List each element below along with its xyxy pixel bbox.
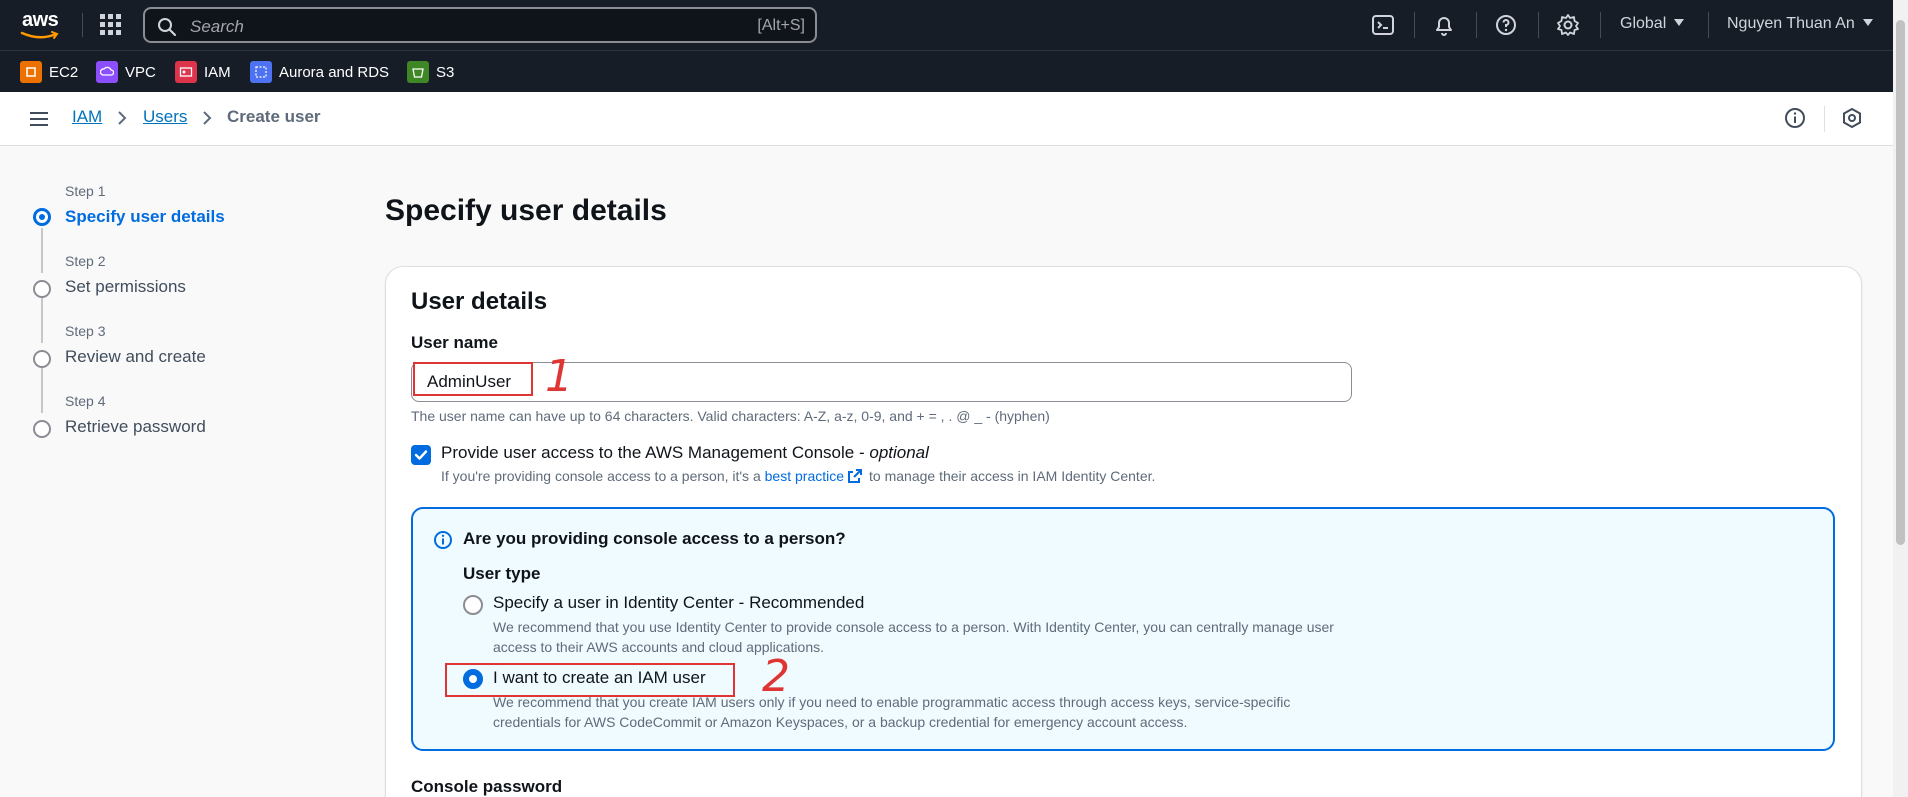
- nav-separator: [1538, 12, 1539, 38]
- settings-icon[interactable]: [1556, 13, 1580, 37]
- nav-separator: [1414, 12, 1415, 38]
- radio-iam-user-description: We recommend that you create IAM users o…: [493, 694, 1291, 730]
- console-access-label[interactable]: Provide user access to the AWS Managemen…: [441, 443, 929, 463]
- step-4-title[interactable]: Retrieve password: [65, 417, 206, 437]
- aws-logo[interactable]: aws: [20, 9, 64, 39]
- breadcrumb-divider: [1824, 106, 1825, 132]
- radio-identity-center-label[interactable]: Specify a user in Identity Center - Reco…: [493, 593, 864, 613]
- breadcrumb-users[interactable]: Users: [143, 107, 187, 127]
- radio-identity-center-description: We recommend that you use Identity Cente…: [493, 619, 1334, 655]
- console-desc-after: to manage their access in IAM Identity C…: [869, 468, 1156, 484]
- external-link-icon[interactable]: [847, 468, 863, 484]
- breadcrumb-current: Create user: [227, 107, 321, 126]
- favorite-label: Aurora and RDS: [279, 63, 390, 81]
- step-3-label: Step 3: [65, 323, 106, 339]
- favorite-label: S3: [436, 63, 455, 81]
- aws-smile-icon: [20, 31, 59, 39]
- annotation-number-2: 2: [762, 651, 790, 702]
- ec2-icon: [20, 61, 42, 83]
- console-access-description: If you're providing console access to a …: [441, 468, 1155, 484]
- chevron-right-icon: [118, 111, 127, 125]
- iam-icon: [175, 61, 197, 83]
- optional-text: optional: [869, 443, 929, 462]
- region-label: Global: [1620, 15, 1667, 32]
- card-title: User details: [411, 288, 548, 315]
- breadcrumb-iam[interactable]: IAM: [72, 107, 102, 127]
- s3-icon: [407, 61, 429, 83]
- step-3-title[interactable]: Review and create: [65, 347, 206, 367]
- step-1-label: Step 1: [65, 183, 106, 199]
- favorite-s3[interactable]: S3: [407, 61, 454, 83]
- favorite-aurora-rds[interactable]: Aurora and RDS: [250, 61, 389, 83]
- info-icon: [434, 531, 452, 549]
- step-1-title: Specify user details: [65, 207, 225, 226]
- hexagon-icon[interactable]: [1841, 107, 1863, 129]
- scrollbar-thumb[interactable]: [1896, 20, 1905, 545]
- grid-icon[interactable]: [100, 14, 122, 36]
- step-connector: [41, 228, 43, 273]
- aws-logo-text: aws: [22, 9, 59, 31]
- highlight-box-2: [445, 663, 735, 697]
- account-name: Nguyen Thuan An: [1727, 15, 1855, 32]
- rds-icon: [250, 61, 272, 83]
- menu-icon[interactable]: [29, 109, 49, 129]
- console-access-text: Provide user access to the AWS Managemen…: [441, 443, 870, 462]
- cloudshell-icon[interactable]: [1371, 13, 1395, 37]
- favorite-ec2[interactable]: EC2: [20, 61, 78, 83]
- help-icon[interactable]: [1494, 13, 1518, 37]
- step-2-indicator: [33, 280, 51, 298]
- user-type-label: User type: [463, 564, 541, 583]
- step-2-label: Step 2: [65, 253, 106, 269]
- nav-separator: [1708, 12, 1709, 38]
- step-4-indicator: [33, 420, 51, 438]
- step-connector: [41, 368, 43, 413]
- region-selector[interactable]: Global: [1620, 15, 1685, 33]
- nav-separator: [1476, 12, 1477, 38]
- account-menu[interactable]: Nguyen Thuan An: [1727, 15, 1873, 33]
- favorite-label: VPC: [125, 63, 156, 81]
- top-navigation: aws Search [Alt+S] Global Nguyen Thuan A…: [0, 0, 1908, 50]
- nav-divider: [82, 13, 83, 37]
- chevron-right-icon: [203, 111, 212, 125]
- step-4-label: Step 4: [65, 393, 106, 409]
- favorite-vpc[interactable]: VPC: [96, 61, 156, 83]
- step-1-indicator: [33, 208, 51, 226]
- vpc-icon: [96, 61, 118, 83]
- caret-down-icon: [1674, 19, 1685, 26]
- best-practice-link[interactable]: best practice: [765, 468, 844, 484]
- breadcrumb-bar: IAM Users Create user: [0, 92, 1893, 146]
- step-connector: [41, 298, 43, 343]
- bell-icon[interactable]: [1432, 13, 1456, 37]
- annotation-number-1: 1: [545, 351, 573, 402]
- favorite-label: EC2: [49, 63, 79, 81]
- info-icon[interactable]: [1784, 107, 1806, 129]
- search-shortcut: [Alt+S]: [757, 17, 805, 34]
- info-panel-title: Are you providing console access to a pe…: [463, 529, 846, 548]
- favorite-iam[interactable]: IAM: [175, 61, 231, 83]
- nav-separator: [1600, 12, 1601, 38]
- search-icon: [158, 18, 177, 37]
- radio-identity-center[interactable]: [463, 595, 483, 615]
- favorites-bar: EC2 VPC IAM Aurora and RDS S3: [0, 50, 1908, 92]
- caret-down-icon: [1862, 19, 1873, 26]
- checkmark-icon: [414, 450, 428, 460]
- step-3-indicator: [33, 350, 51, 368]
- page-scrollbar[interactable]: [1893, 0, 1908, 797]
- step-2-title[interactable]: Set permissions: [65, 277, 186, 297]
- highlight-box-1: [413, 362, 533, 396]
- search-input[interactable]: Search [Alt+S]: [143, 7, 817, 43]
- console-password-label: Console password: [411, 777, 563, 796]
- console-access-checkbox[interactable]: [411, 445, 431, 465]
- favorite-label: IAM: [204, 63, 231, 81]
- username-hint: The user name can have up to 64 characte…: [411, 408, 1050, 424]
- console-desc-before: If you're providing console access to a …: [441, 468, 765, 484]
- search-placeholder: Search: [190, 17, 244, 36]
- username-label: User name: [411, 333, 498, 352]
- page-title: Specify user details: [385, 194, 667, 227]
